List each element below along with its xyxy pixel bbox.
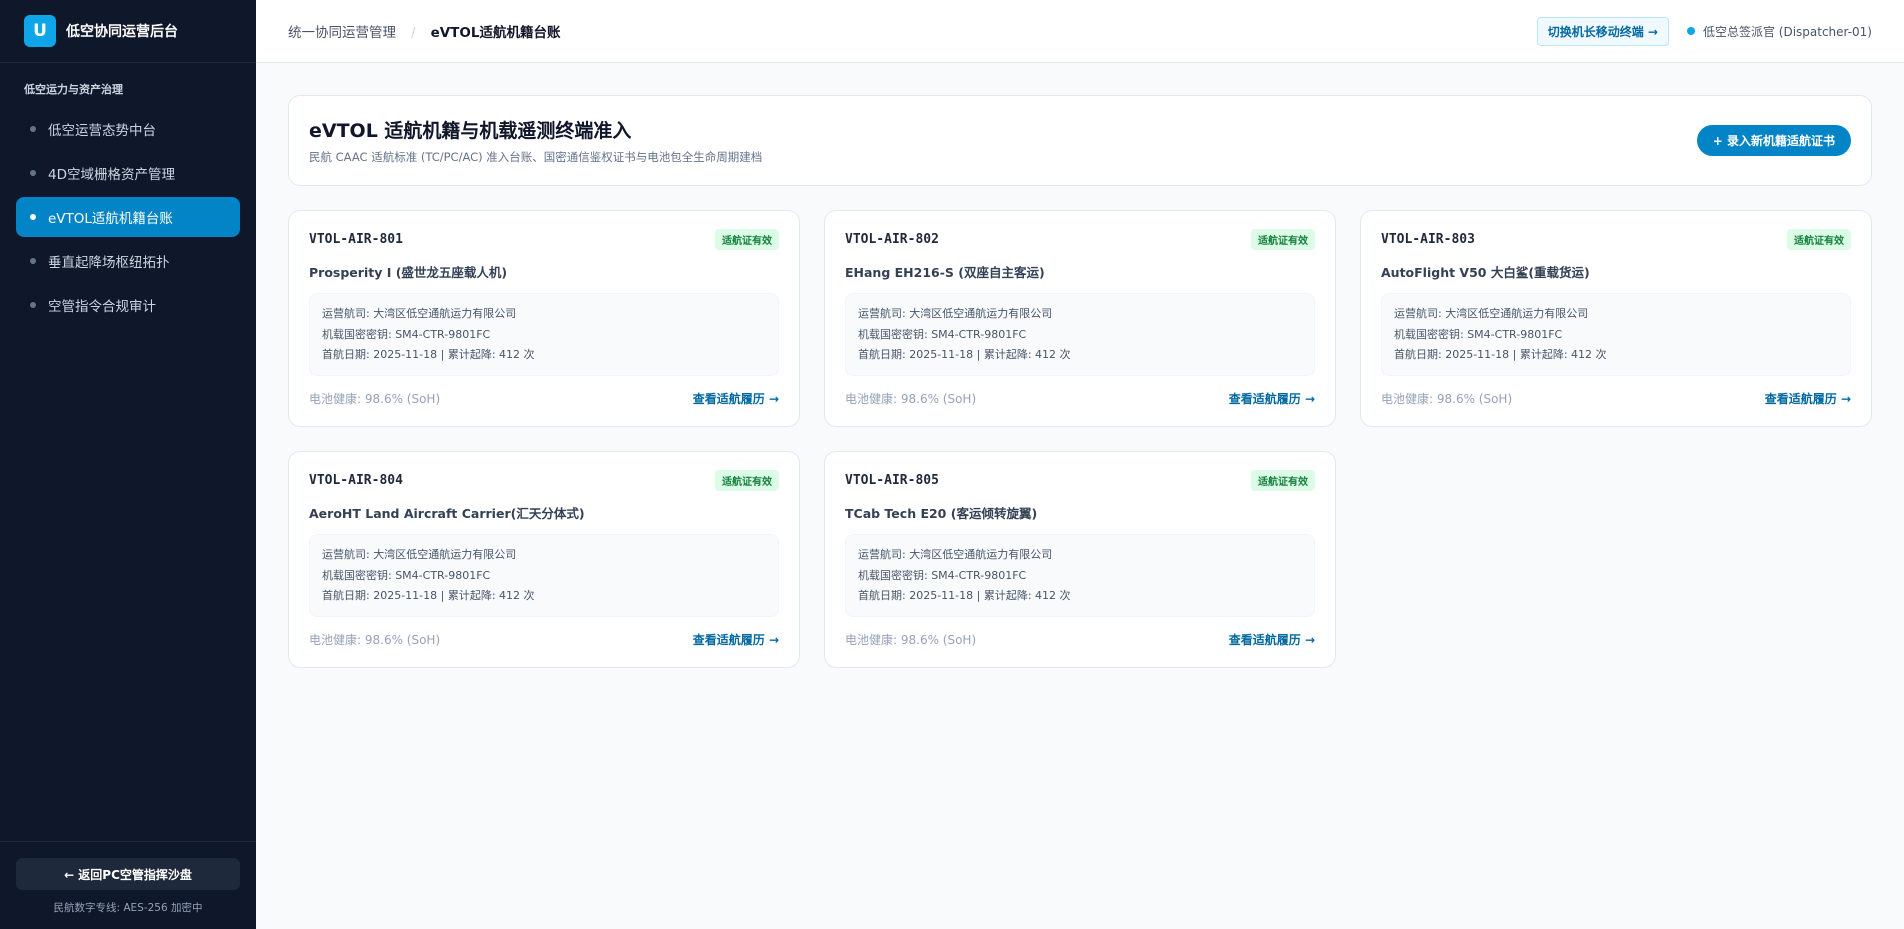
- topbar: 统一协同运营管理 / eVTOL适航机籍台账 切换机长移动终端 → 低空总签派官…: [256, 0, 1904, 63]
- sidebar: U 低空协同运营后台 低空运力与资产治理 低空运营态势中台 4D空域栅格资产管理…: [0, 0, 256, 929]
- key-line: 机载国密密钥: SM4-CTR-9801FC: [1394, 327, 1563, 341]
- aircraft-info-box: 运营航司: 大湾区低空通航运力有限公司 机载国密密钥: SM4-CTR-9801…: [309, 534, 779, 617]
- view-history-link[interactable]: 查看适航履历 →: [1765, 390, 1851, 407]
- sidebar-item-ops-dashboard[interactable]: 低空运营态势中台: [16, 109, 240, 149]
- view-history-link[interactable]: 查看适航履历 →: [693, 631, 779, 648]
- aircraft-card: VTOL-AIR-805 适航证有效 TCab Tech E20 (客运倾转旋翼…: [824, 451, 1336, 668]
- first-flight-line: 首航日期: 2025-11-18 | 累计起降: 412 次: [322, 589, 535, 602]
- brand-logo: U: [24, 15, 56, 47]
- view-history-link[interactable]: 查看适航履历 →: [693, 390, 779, 407]
- sidebar-item-label: eVTOL适航机籍台账: [48, 211, 173, 227]
- breadcrumb-parent[interactable]: 统一协同运营管理: [288, 25, 396, 41]
- first-flight-line: 首航日期: 2025-11-18 | 累计起降: 412 次: [322, 348, 535, 361]
- aircraft-id: VTOL-AIR-802: [845, 232, 939, 247]
- aircraft-model: AutoFlight V50 大白鲨(重载货运): [1381, 265, 1590, 280]
- first-flight-line: 首航日期: 2025-11-18 | 累计起降: 412 次: [1394, 348, 1607, 361]
- aircraft-id: VTOL-AIR-804: [309, 473, 403, 488]
- main: 统一协同运营管理 / eVTOL适航机籍台账 切换机长移动终端 → 低空总签派官…: [256, 0, 1904, 929]
- sidebar-item-airspace-grid[interactable]: 4D空域栅格资产管理: [16, 153, 240, 193]
- battery-health: 电池健康: 98.6% (SoH): [845, 392, 977, 406]
- key-line: 机载国密密钥: SM4-CTR-9801FC: [858, 327, 1027, 341]
- key-line: 机载国密密钥: SM4-CTR-9801FC: [322, 568, 491, 582]
- content: eVTOL 适航机籍与机载遥测终端准入 民航 CAAC 适航标准 (TC/PC/…: [256, 63, 1904, 929]
- aircraft-card: VTOL-AIR-804 适航证有效 AeroHT Land Aircraft …: [288, 451, 800, 668]
- first-flight-line: 首航日期: 2025-11-18 | 累计起降: 412 次: [858, 589, 1071, 602]
- nav-section-title: 低空运力与资产治理: [24, 83, 123, 96]
- aircraft-id: VTOL-AIR-803: [1381, 232, 1475, 247]
- operator-line: 运营航司: 大湾区低空通航运力有限公司: [858, 548, 1053, 561]
- aircraft-model: TCab Tech E20 (客运倾转旋翼): [845, 506, 1038, 521]
- nav-dot-icon: [30, 170, 36, 176]
- aircraft-grid: VTOL-AIR-801 适航证有效 Prosperity I (盛世龙五座载人…: [288, 210, 1872, 668]
- sidebar-item-evtol-registry[interactable]: eVTOL适航机籍台账: [16, 197, 240, 237]
- view-history-link[interactable]: 查看适航履历 →: [1229, 390, 1315, 407]
- sidebar-item-label: 空管指令合规审计: [48, 299, 156, 315]
- status-badge: 适航证有效: [1251, 229, 1315, 250]
- battery-health: 电池健康: 98.6% (SoH): [309, 633, 441, 647]
- operator-line: 运营航司: 大湾区低空通航运力有限公司: [322, 548, 517, 561]
- back-to-sandbox-button[interactable]: ← 返回PC空管指挥沙盘: [16, 858, 240, 890]
- sidebar-item-label: 低空运营态势中台: [48, 123, 156, 139]
- breadcrumb-current: eVTOL适航机籍台账: [430, 25, 561, 41]
- page-header-card: eVTOL 适航机籍与机载遥测终端准入 民航 CAAC 适航标准 (TC/PC/…: [288, 95, 1872, 186]
- online-status-icon: [1686, 27, 1695, 35]
- sidebar-footer: ← 返回PC空管指挥沙盘 民航数字专线: AES-256 加密中: [0, 841, 256, 929]
- nav-dot-icon: [30, 214, 36, 220]
- switch-mobile-terminal-button[interactable]: 切换机长移动终端 →: [1536, 16, 1669, 46]
- nav-dot-icon: [30, 126, 36, 132]
- breadcrumb-separator: /: [411, 26, 416, 41]
- aircraft-info-box: 运营航司: 大湾区低空通航运力有限公司 机载国密密钥: SM4-CTR-9801…: [309, 293, 779, 376]
- aircraft-card: VTOL-AIR-803 适航证有效 AutoFlight V50 大白鲨(重载…: [1360, 210, 1872, 427]
- battery-health: 电池健康: 98.6% (SoH): [845, 633, 977, 647]
- key-line: 机载国密密钥: SM4-CTR-9801FC: [858, 568, 1027, 582]
- battery-health: 电池健康: 98.6% (SoH): [309, 392, 441, 406]
- first-flight-line: 首航日期: 2025-11-18 | 累计起降: 412 次: [858, 348, 1071, 361]
- sidebar-item-vertiport-topology[interactable]: 垂直起降场枢纽拓扑: [16, 241, 240, 281]
- nav-dot-icon: [30, 258, 36, 264]
- key-line: 机载国密密钥: SM4-CTR-9801FC: [322, 327, 491, 341]
- battery-health: 电池健康: 98.6% (SoH): [1381, 392, 1513, 406]
- status-badge: 适航证有效: [1787, 229, 1851, 250]
- aircraft-info-box: 运营航司: 大湾区低空通航运力有限公司 机载国密密钥: SM4-CTR-9801…: [1381, 293, 1851, 376]
- brand: U 低空协同运营后台: [0, 0, 256, 63]
- aircraft-info-box: 运营航司: 大湾区低空通航运力有限公司 机载国密密钥: SM4-CTR-9801…: [845, 534, 1315, 617]
- aircraft-id: VTOL-AIR-805: [845, 473, 939, 488]
- user-status: 低空总签派官 (Dispatcher-01): [1686, 23, 1872, 40]
- brand-title: 低空协同运营后台: [66, 24, 178, 40]
- add-certificate-button[interactable]: + 录入新机籍适航证书: [1696, 125, 1851, 156]
- topbar-actions: 切换机长移动终端 → 低空总签派官 (Dispatcher-01): [1536, 16, 1872, 46]
- sidebar-item-atc-audit[interactable]: 空管指令合规审计: [16, 285, 240, 325]
- sidebar-nav: 低空运营态势中台 4D空域栅格资产管理 eVTOL适航机籍台账 垂直起降场枢纽拓…: [0, 109, 256, 329]
- aircraft-info-box: 运营航司: 大湾区低空通航运力有限公司 机载国密密钥: SM4-CTR-9801…: [845, 293, 1315, 376]
- operator-line: 运营航司: 大湾区低空通航运力有限公司: [858, 307, 1053, 320]
- nav-dot-icon: [30, 302, 36, 308]
- view-history-link[interactable]: 查看适航履历 →: [1229, 631, 1315, 648]
- breadcrumb: 统一协同运营管理 / eVTOL适航机籍台账: [288, 21, 560, 41]
- aircraft-model: EHang EH216-S (双座自主客运): [845, 265, 1045, 280]
- operator-line: 运营航司: 大湾区低空通航运力有限公司: [1394, 307, 1589, 320]
- aircraft-card: VTOL-AIR-801 适航证有效 Prosperity I (盛世龙五座载人…: [288, 210, 800, 427]
- user-label: 低空总签派官 (Dispatcher-01): [1702, 24, 1872, 39]
- encryption-note: 民航数字专线: AES-256 加密中: [53, 902, 203, 914]
- aircraft-card: VTOL-AIR-802 适航证有效 EHang EH216-S (双座自主客运…: [824, 210, 1336, 427]
- aircraft-model: Prosperity I (盛世龙五座载人机): [309, 265, 508, 280]
- operator-line: 运营航司: 大湾区低空通航运力有限公司: [322, 307, 517, 320]
- aircraft-id: VTOL-AIR-801: [309, 232, 403, 247]
- status-badge: 适航证有效: [715, 229, 779, 250]
- status-badge: 适航证有效: [1251, 470, 1315, 491]
- sidebar-item-label: 4D空域栅格资产管理: [48, 167, 175, 183]
- page-title: eVTOL 适航机籍与机载遥测终端准入: [309, 120, 632, 142]
- aircraft-model: AeroHT Land Aircraft Carrier(汇天分体式): [309, 506, 585, 521]
- sidebar-item-label: 垂直起降场枢纽拓扑: [48, 255, 170, 271]
- status-badge: 适航证有效: [715, 470, 779, 491]
- page-subtitle: 民航 CAAC 适航标准 (TC/PC/AC) 准入台账、国密通信鉴权证书与电池…: [309, 150, 763, 164]
